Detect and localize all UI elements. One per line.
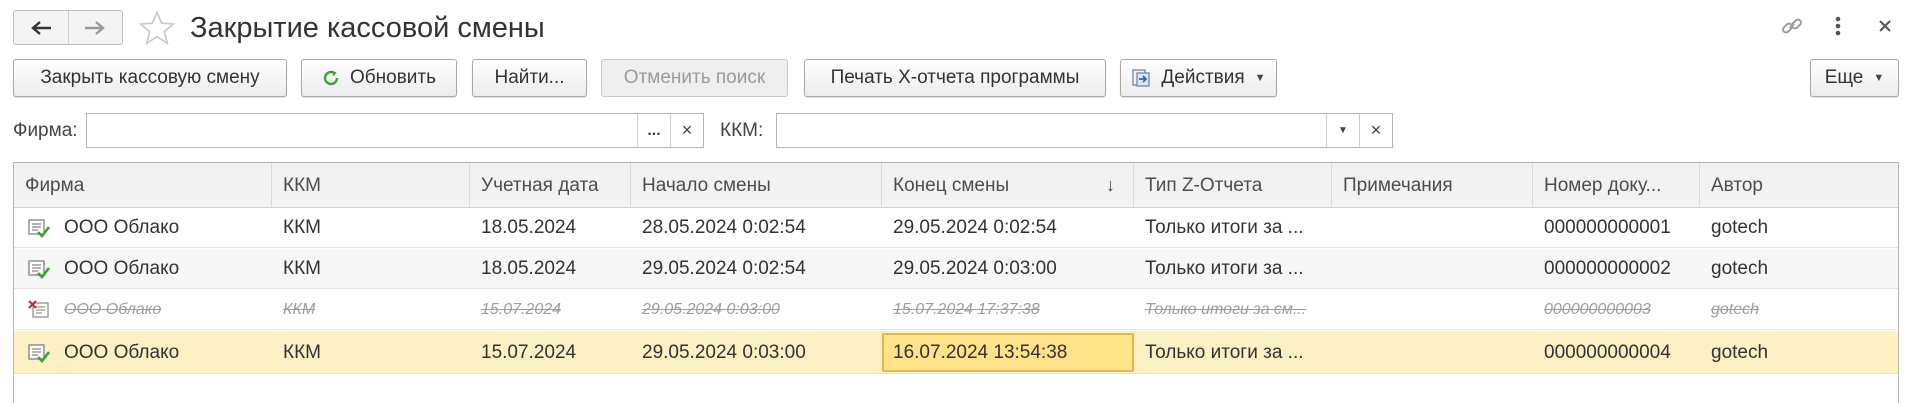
title-bar: Закрытие кассовой смены <box>0 0 1909 56</box>
cell-number: 000000000003 <box>1544 301 1651 318</box>
actions-label: Действия <box>1161 67 1245 88</box>
refresh-icon <box>322 69 340 87</box>
cell-kkm: ККМ <box>283 342 321 363</box>
firm-filter-label: Фирма: <box>13 120 78 141</box>
kkm-clear-button[interactable]: × <box>1359 114 1392 147</box>
cell-notes <box>1332 290 1533 330</box>
cell-kkm: ККМ <box>283 217 321 238</box>
cell-start: 29.05.2024 0:02:54 <box>642 258 806 279</box>
cell-firm: ООО Облако <box>64 342 180 363</box>
close-shift-button[interactable]: Закрыть кассовую смену <box>13 59 287 97</box>
cell-end-focused[interactable]: 16.07.2024 13:54:38 <box>882 333 1134 372</box>
cell-firm: ООО Облако <box>64 258 180 279</box>
back-button[interactable] <box>14 11 68 44</box>
column-header-end-label: Конец смены <box>893 175 1010 196</box>
cancel-search-label: Отменить поиск <box>623 67 766 88</box>
cell-type: Только итоги за ... <box>1145 342 1304 363</box>
page-title: Закрытие кассовой смены <box>190 12 545 44</box>
firm-select-button[interactable]: ... <box>637 114 670 147</box>
cell-kkm: ККМ <box>283 258 321 279</box>
forward-button[interactable] <box>67 11 123 44</box>
column-header-firm[interactable]: Фирма <box>14 163 272 208</box>
cell-author: gotech <box>1711 258 1769 279</box>
column-header-kkm[interactable]: ККМ <box>272 163 470 208</box>
cell-end: 15.07.2024 17:37:38 <box>893 301 1040 318</box>
kkm-filter-input[interactable] <box>777 114 1326 147</box>
cell-number: 000000000002 <box>1544 258 1671 279</box>
cell-notes <box>1332 331 1533 374</box>
chevron-down-icon: ▼ <box>1254 72 1266 84</box>
table-row[interactable]: ООО Облако ККМ 15.07.2024 29.05.2024 0:0… <box>14 290 1898 330</box>
cell-date: 18.05.2024 <box>481 217 577 238</box>
cell-date: 15.07.2024 <box>481 301 562 318</box>
table-row[interactable]: ООО Облако ККМ 18.05.2024 28.05.2024 0:0… <box>14 208 1898 248</box>
cell-type: Только итоги за ... <box>1145 258 1304 279</box>
more-button[interactable]: Еще ▼ <box>1810 59 1899 97</box>
cell-number: 000000000004 <box>1544 342 1671 363</box>
cell-type: Только итоги за см... <box>1145 301 1307 318</box>
print-x-report-button[interactable]: Печать X-отчета программы <box>804 59 1106 97</box>
actions-button[interactable]: Действия ▼ <box>1120 59 1277 97</box>
cancel-search-button[interactable]: Отменить поиск <box>601 59 788 97</box>
table-row-selected[interactable]: ООО Облако ККМ 15.07.2024 29.05.2024 0:0… <box>14 331 1898 374</box>
kkm-dropdown-button[interactable]: ▼ <box>1326 114 1359 147</box>
cell-kkm: ККМ <box>283 301 316 318</box>
cell-date: 15.07.2024 <box>481 342 577 363</box>
cell-firm: ООО Облако <box>64 301 162 318</box>
table-row[interactable]: ООО Облако ККМ 18.05.2024 29.05.2024 0:0… <box>14 249 1898 289</box>
cell-notes <box>1332 208 1533 248</box>
chevron-down-icon: ▼ <box>1338 125 1348 136</box>
arrow-left-icon <box>30 20 51 35</box>
cell-author: gotech <box>1711 342 1769 363</box>
cell-date: 18.05.2024 <box>481 258 577 279</box>
column-header-start[interactable]: Начало смены <box>631 163 882 208</box>
link-icon[interactable] <box>1778 12 1806 40</box>
column-header-number[interactable]: Номер доку... <box>1533 163 1700 208</box>
cell-number: 000000000001 <box>1544 217 1671 238</box>
column-header-type[interactable]: Тип Z-Отчета <box>1134 163 1332 208</box>
more-icon[interactable] <box>1824 12 1852 40</box>
more-label: Еще <box>1824 67 1864 88</box>
print-x-report-label: Печать X-отчета программы <box>830 67 1080 88</box>
cell-firm: ООО Облако <box>64 217 180 238</box>
actions-icon <box>1131 68 1151 88</box>
firm-clear-button[interactable]: × <box>670 114 703 147</box>
find-button[interactable]: Найти... <box>472 59 587 97</box>
refresh-button[interactable]: Обновить <box>301 59 457 97</box>
cell-start: 29.05.2024 0:03:00 <box>642 301 780 318</box>
cell-notes <box>1332 249 1533 289</box>
shifts-table: Фирма ККМ Учетная дата Начало смены Коне… <box>13 162 1899 403</box>
refresh-label: Обновить <box>349 67 437 88</box>
column-header-notes[interactable]: Примечания <box>1332 163 1533 208</box>
cell-end: 29.05.2024 0:03:00 <box>893 258 1057 279</box>
firm-filter: ... × <box>86 113 704 148</box>
cell-end: 29.05.2024 0:02:54 <box>893 217 1057 238</box>
column-header-author[interactable]: Автор <box>1700 163 1898 208</box>
sort-down-icon: ↓ <box>1106 175 1115 195</box>
navigation-group <box>13 10 123 45</box>
firm-filter-input[interactable] <box>87 114 637 147</box>
column-header-end[interactable]: Конец смены ↓ <box>882 163 1134 208</box>
find-label: Найти... <box>494 67 565 88</box>
table-header: Фирма ККМ Учетная дата Начало смены Коне… <box>14 163 1898 208</box>
kkm-filter-label: ККМ: <box>720 120 764 141</box>
cell-start: 28.05.2024 0:02:54 <box>642 217 806 238</box>
cell-author: gotech <box>1711 217 1769 238</box>
close-icon[interactable] <box>1871 12 1899 40</box>
arrow-right-icon <box>85 20 106 35</box>
column-header-date[interactable]: Учетная дата <box>470 163 631 208</box>
kkm-filter: ▼ × <box>776 113 1393 148</box>
close-shift-label: Закрыть кассовую смену <box>40 67 260 88</box>
cell-author: gotech <box>1711 301 1760 318</box>
cell-type: Только итоги за ... <box>1145 217 1304 238</box>
chevron-down-icon: ▼ <box>1873 72 1885 84</box>
star-icon[interactable] <box>138 9 176 47</box>
cell-start: 29.05.2024 0:03:00 <box>642 342 806 363</box>
